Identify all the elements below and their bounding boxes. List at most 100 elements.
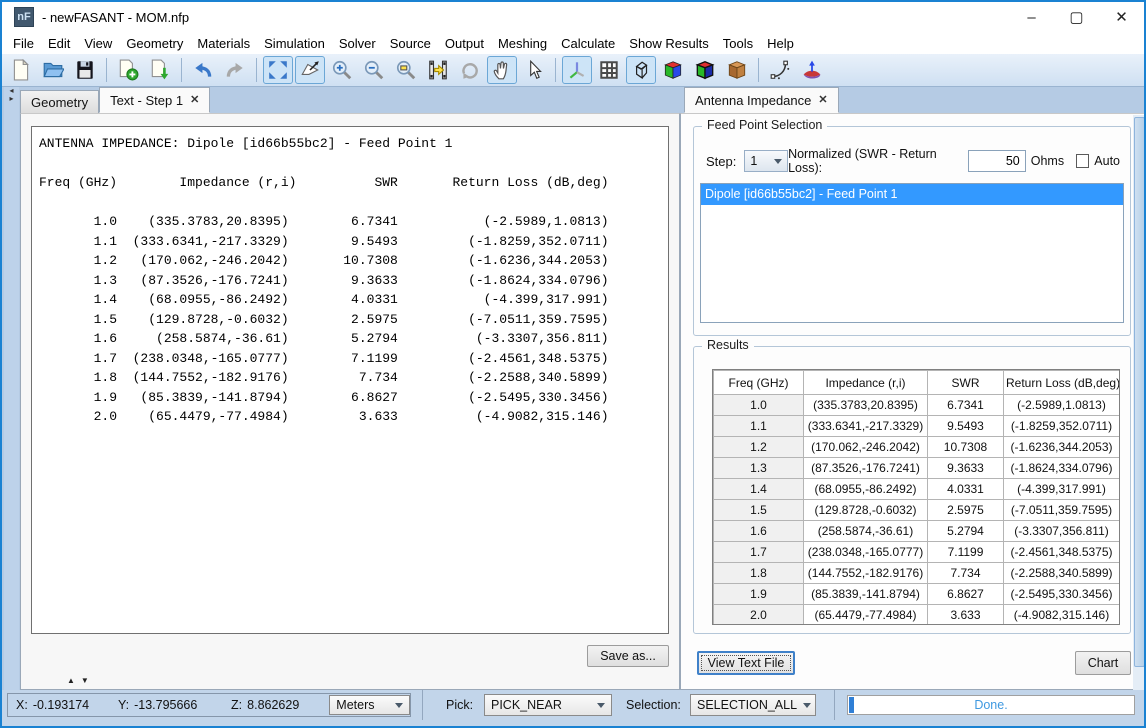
table-row[interactable]: 1.6(258.5874,-36.61)5.2794(-3.3307,356.8… (714, 521, 1120, 542)
menu-simulation[interactable]: Simulation (257, 34, 332, 53)
tab-geometry-label: Geometry (31, 95, 88, 110)
table-row[interactable]: 1.2(170.062,-246.2042)10.7308(-1.6236,34… (714, 437, 1120, 458)
zoom-selected-icon[interactable] (423, 56, 453, 84)
menu-help[interactable]: Help (760, 34, 801, 53)
pick-label: Pick: (446, 698, 473, 712)
menu-show-results[interactable]: Show Results (622, 34, 715, 53)
pick-select[interactable]: PICK_NEAR (484, 694, 612, 716)
toolbar-separator (256, 58, 257, 82)
rotate-view-icon[interactable] (455, 56, 485, 84)
auto-checkbox[interactable] (1076, 154, 1089, 168)
show-grid-icon[interactable] (594, 56, 624, 84)
units-select[interactable]: Meters (329, 695, 410, 715)
zoom-in-icon[interactable] (327, 56, 357, 84)
left-tab-row: Geometry Text - Step 1 ✕ (20, 87, 210, 113)
table-cell: (-1.8624,334.0796) (1004, 458, 1120, 479)
minimize-button[interactable]: – (1009, 2, 1054, 32)
menu-tools[interactable]: Tools (716, 34, 760, 53)
table-cell: (238.0348,-165.0777) (804, 542, 928, 563)
solid-view-icon[interactable] (722, 56, 752, 84)
view-text-file-button[interactable]: View Text File (697, 651, 795, 675)
tab-antenna-impedance[interactable]: Antenna Impedance ✕ (684, 87, 839, 113)
table-row[interactable]: 1.1(333.6341,-217.3329)9.5493(-1.8259,35… (714, 416, 1120, 437)
status-separator (422, 690, 423, 720)
zoom-window-icon[interactable] (391, 56, 421, 84)
save-file-icon[interactable] (70, 56, 100, 84)
feed-point-list-item[interactable]: Dipole [id66b55bc2] - Feed Point 1 (701, 184, 1123, 205)
table-row[interactable]: 1.5(129.8728,-0.6032)2.5975(-7.0511,359.… (714, 500, 1120, 521)
status-separator (834, 690, 835, 720)
show-axes-icon[interactable] (562, 56, 592, 84)
feed-point-selection-group: Feed Point Selection Step: 1 Normalized … (693, 126, 1131, 336)
fit-view-icon[interactable] (263, 56, 293, 84)
splitter-arrows-icon[interactable]: ▲▼ (67, 676, 95, 685)
menu-view[interactable]: View (77, 34, 119, 53)
new-file-icon[interactable] (6, 56, 36, 84)
menu-calculate[interactable]: Calculate (554, 34, 622, 53)
surface-normals-icon[interactable] (797, 56, 827, 84)
pan-icon[interactable] (487, 56, 517, 84)
table-cell: (144.7552,-182.9176) (804, 563, 928, 584)
close-button[interactable]: ✕ (1099, 2, 1144, 32)
tab-close-icon[interactable]: ✕ (190, 95, 199, 105)
menu-file[interactable]: File (6, 34, 41, 53)
left-splitter-strip[interactable]: ◂ ▸ (4, 87, 19, 690)
scrollbar-thumb[interactable] (1134, 117, 1145, 667)
app-window: nF - newFASANT - MOM.nfp – ▢ ✕ FileEditV… (0, 0, 1146, 728)
text-report-box: ANTENNA IMPEDANCE: Dipole [id66b55bc2] -… (31, 126, 669, 634)
undo-icon[interactable] (188, 56, 218, 84)
results-column-header: Return Loss (dB,deg) (1004, 371, 1120, 395)
perspective-view-icon[interactable] (295, 56, 325, 84)
menu-solver[interactable]: Solver (332, 34, 383, 53)
y-coordinate: Y:-13.795666 (118, 698, 231, 712)
step-select[interactable]: 1 (744, 150, 788, 172)
table-row[interactable]: 1.8(144.7552,-182.9176)7.734(-2.2588,340… (714, 563, 1120, 584)
tab-close-icon[interactable]: ✕ (818, 95, 827, 105)
feed-point-list: Dipole [id66b55bc2] - Feed Point 1 (700, 183, 1124, 323)
curve-tool-icon[interactable] (765, 56, 795, 84)
save-as-button[interactable]: Save as... (587, 645, 669, 667)
menu-meshing[interactable]: Meshing (491, 34, 554, 53)
toolbar-separator (758, 58, 759, 82)
redo-icon[interactable] (220, 56, 250, 84)
shaded-edges-view-icon[interactable] (690, 56, 720, 84)
table-row[interactable]: 1.0(335.3783,20.8395)6.7341(-2.5989,1.08… (714, 395, 1120, 416)
menu-source[interactable]: Source (383, 34, 438, 53)
expand-right-icon[interactable]: ▸ (4, 95, 19, 103)
table-cell: 9.5493 (928, 416, 1004, 437)
normalized-input[interactable] (968, 150, 1026, 172)
menu-geometry[interactable]: Geometry (119, 34, 190, 53)
menu-edit[interactable]: Edit (41, 34, 77, 53)
table-cell: 2.5975 (928, 500, 1004, 521)
selection-select[interactable]: SELECTION_ALL (690, 694, 816, 716)
wireframe-view-icon[interactable] (626, 56, 656, 84)
tab-geometry[interactable]: Geometry (20, 90, 99, 113)
menu-materials[interactable]: Materials (190, 34, 257, 53)
shaded-view-icon[interactable] (658, 56, 688, 84)
right-scrollbar[interactable] (1133, 115, 1146, 690)
table-cell: 5.2794 (928, 521, 1004, 542)
coordinates-box: X:-0.193174 Y:-13.795666 Z:8.862629 Mete… (7, 693, 411, 717)
table-cell: (258.5874,-36.61) (804, 521, 928, 542)
import-file-icon[interactable] (113, 56, 143, 84)
table-cell: 1.3 (714, 458, 804, 479)
table-row[interactable]: 1.7(238.0348,-165.0777)7.1199(-2.4561,34… (714, 542, 1120, 563)
table-cell: 1.1 (714, 416, 804, 437)
table-row[interactable]: 1.4(68.0955,-86.2492)4.0331(-4.399,317.9… (714, 479, 1120, 500)
table-row[interactable]: 2.0(65.4479,-77.4984)3.633(-4.9082,315.1… (714, 605, 1120, 626)
tab-text-step1[interactable]: Text - Step 1 ✕ (99, 87, 210, 113)
table-row[interactable]: 1.3(87.3526,-176.7241)9.3633(-1.8624,334… (714, 458, 1120, 479)
export-file-icon[interactable] (145, 56, 175, 84)
tab-antenna-impedance-label: Antenna Impedance (695, 93, 811, 108)
chart-button[interactable]: Chart (1075, 651, 1131, 675)
table-cell: (-3.3307,356.811) (1004, 521, 1120, 542)
z-coordinate: Z:8.862629 (231, 698, 329, 712)
menu-output[interactable]: Output (438, 34, 491, 53)
toolbar-separator (555, 58, 556, 82)
selection-label: Selection: (626, 698, 681, 712)
zoom-out-icon[interactable] (359, 56, 389, 84)
open-file-icon[interactable] (38, 56, 68, 84)
table-row[interactable]: 1.9(85.3839,-141.8794)6.8627(-2.5495,330… (714, 584, 1120, 605)
select-cursor-icon[interactable] (519, 56, 549, 84)
maximize-button[interactable]: ▢ (1054, 2, 1099, 32)
